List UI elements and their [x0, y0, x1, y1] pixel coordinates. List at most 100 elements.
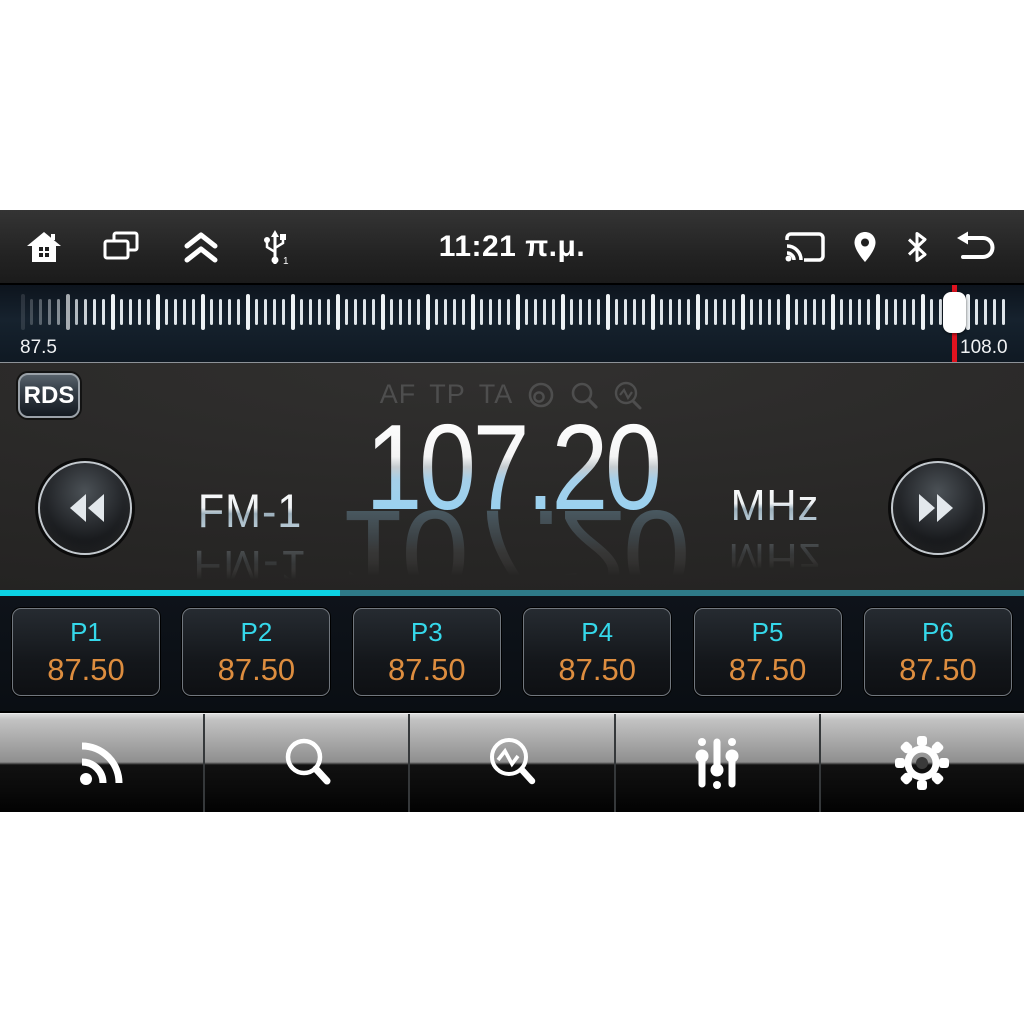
- scale-tick: [192, 299, 195, 325]
- status-time: 11:21 π.μ.: [438, 229, 586, 263]
- fast-forward-icon: [919, 494, 953, 522]
- scale-tick: [102, 299, 105, 325]
- location-icon: [850, 230, 880, 264]
- scale-tick: [705, 299, 708, 325]
- broadcast-button[interactable]: [0, 714, 206, 812]
- scale-tick: [282, 299, 285, 325]
- scale-tick: [615, 299, 618, 325]
- scale-tick: [984, 299, 987, 325]
- scale-tick: [84, 299, 87, 325]
- scale-min-label: 87.5: [20, 337, 57, 358]
- scale-tick: [309, 299, 312, 325]
- equalizer-button[interactable]: [616, 714, 821, 812]
- scale-tick: [822, 299, 825, 325]
- scale-tick: [885, 299, 888, 325]
- preset-button-2[interactable]: P2 87.50: [182, 608, 331, 696]
- scale-tick: [498, 299, 501, 325]
- tuner-pointer-thumb[interactable]: [943, 292, 966, 333]
- scale-tick: [525, 299, 528, 325]
- unit-display: MHz MHz: [690, 481, 860, 583]
- scale-tick: [714, 299, 717, 325]
- scale-tick: [534, 299, 537, 325]
- scale-tick: [606, 294, 610, 330]
- scale-tick: [642, 299, 645, 325]
- scan-icon: [490, 738, 536, 785]
- scale-tick: [579, 299, 582, 325]
- scale-tick: [1002, 299, 1005, 325]
- scale-tick: [678, 299, 681, 325]
- scale-tick: [147, 299, 150, 325]
- scale-tick: [462, 299, 465, 325]
- scan-button[interactable]: [410, 714, 616, 812]
- status-bar-right: [784, 230, 998, 264]
- scale-tick: [750, 299, 753, 325]
- seek-previous-button[interactable]: [38, 461, 132, 555]
- scale-tick: [246, 294, 250, 330]
- status-bar-left: 1: [26, 228, 290, 266]
- scale-tick: [966, 294, 970, 330]
- frequency-reflection: 107.20: [0, 485, 1024, 590]
- scale-tick: [741, 294, 745, 330]
- scale-tick: [858, 299, 861, 325]
- scale-tick: [867, 299, 870, 325]
- preset-button-4[interactable]: P4 87.50: [523, 608, 672, 696]
- preset-label: P4: [581, 616, 614, 647]
- frequency-display: 107.20 107.20: [0, 406, 1024, 590]
- scale-tick: [831, 294, 835, 330]
- usb-icon: 1: [262, 228, 290, 266]
- bluetooth-icon: [904, 230, 930, 264]
- preset-button-3[interactable]: P3 87.50: [352, 608, 501, 696]
- scale-tick: [21, 294, 25, 330]
- scale-tick: [138, 299, 141, 325]
- scale-tick: [768, 299, 771, 325]
- scale-tick: [264, 299, 267, 325]
- scale-tick: [174, 299, 177, 325]
- scale-tick: [75, 299, 78, 325]
- home-icon[interactable]: [26, 230, 62, 264]
- scale-tick: [237, 299, 240, 325]
- scale-tick: [273, 299, 276, 325]
- seek-next-button[interactable]: [891, 461, 985, 555]
- scale-tick: [156, 294, 160, 330]
- scale-tick: [732, 299, 735, 325]
- tuner-scale[interactable]: 87.5 108.0: [0, 283, 1024, 363]
- preset-button-5[interactable]: P5 87.50: [693, 608, 842, 696]
- scale-tick: [723, 299, 726, 325]
- preset-frequency: 87.50: [899, 651, 977, 687]
- recents-icon[interactable]: [102, 230, 140, 264]
- scale-tick: [201, 294, 205, 330]
- head-unit-screen: 1 11:21 π.μ. 87.5 108.0 RDS AF TP TA 107…: [0, 210, 1024, 812]
- scale-tick: [390, 299, 393, 325]
- search-button[interactable]: [205, 714, 411, 812]
- scale-tick: [759, 299, 762, 325]
- broadcast-icon: [79, 742, 123, 785]
- scale-tick: [489, 299, 492, 325]
- scale-tick: [435, 299, 438, 325]
- bottom-toolbar: [0, 713, 1024, 812]
- collapse-icon[interactable]: [180, 229, 222, 265]
- scale-tick: [426, 294, 430, 330]
- scale-tick: [300, 299, 303, 325]
- preset-label: P1: [70, 616, 102, 647]
- preset-label: P6: [922, 616, 954, 647]
- preset-button-1[interactable]: P1 87.50: [12, 608, 160, 696]
- scale-tick: [381, 294, 385, 330]
- scale-tick: [507, 299, 510, 325]
- preset-label: P5: [751, 616, 784, 647]
- settings-button[interactable]: [821, 714, 1024, 812]
- scale-tick: [651, 294, 655, 330]
- scale-tick: [543, 299, 546, 325]
- scale-tick: [471, 294, 475, 330]
- scale-tick: [129, 299, 132, 325]
- scale-tick: [57, 299, 60, 325]
- preset-row: P1 87.50 P2 87.50 P3 87.50 P4 87.50 P5 8…: [0, 596, 1024, 711]
- scale-tick: [354, 299, 357, 325]
- scale-tick: [930, 299, 933, 325]
- preset-button-6[interactable]: P6 87.50: [863, 608, 1012, 696]
- scale-tick: [408, 299, 411, 325]
- equalizer-icon: [695, 738, 739, 789]
- scale-tick: [66, 294, 70, 330]
- back-icon[interactable]: [954, 230, 998, 264]
- tuner-display: RDS AF TP TA 107.20 107.20 MHz MHz: [0, 363, 1024, 590]
- preset-frequency: 87.50: [217, 651, 296, 687]
